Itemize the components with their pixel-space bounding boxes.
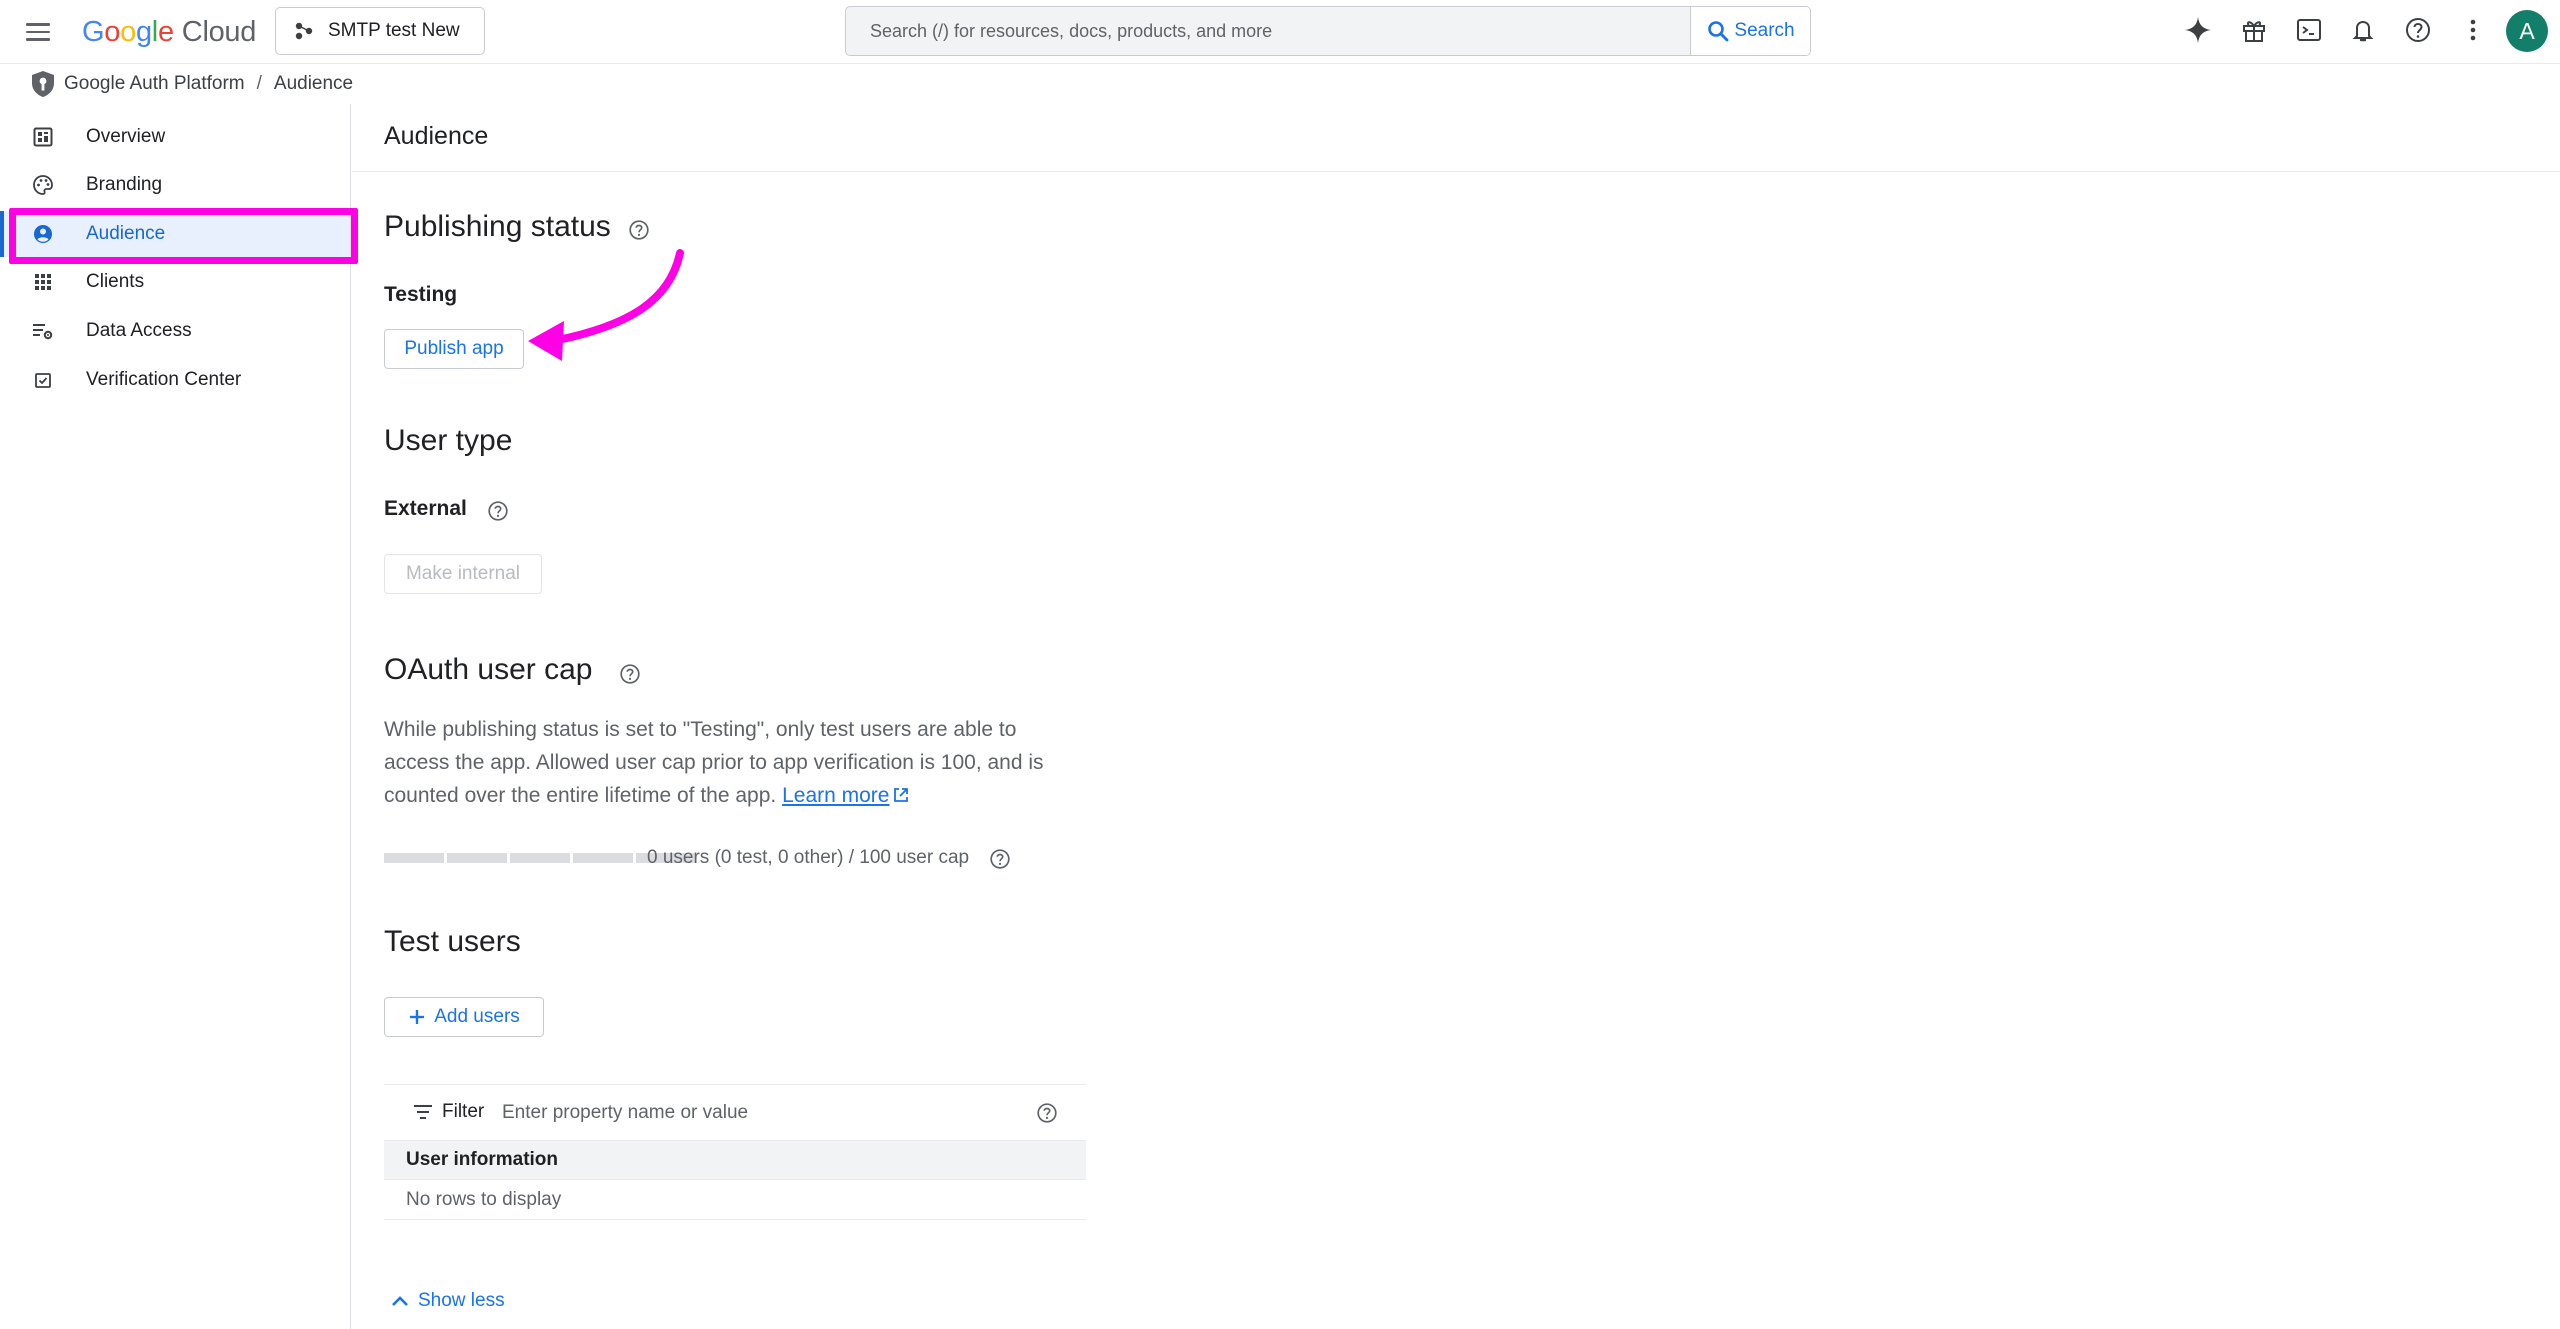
account-circle-icon [32,223,54,245]
main-menu-button[interactable] [18,14,58,50]
publishing-status-heading: Publishing status [384,210,611,243]
filter-input[interactable] [502,1097,1002,1129]
breadcrumb-root-link[interactable]: Google Auth Platform [64,73,245,95]
page-title: Audience [384,122,489,150]
sidebar-item-audience[interactable]: Audience [0,211,350,257]
google-cloud-logo[interactable]: Google Cloud [82,12,256,52]
auth-shield-icon [32,71,54,97]
breadcrumb-current: Audience [273,73,354,94]
search-icon [1708,21,1729,42]
sparkle-icon [2185,17,2211,43]
user-cap-usage-text: 0 users (0 test, 0 other) / 100 user cap [647,847,970,868]
notifications-button[interactable] [2343,10,2383,50]
active-indicator [0,211,4,257]
filter-icon [414,1105,432,1119]
user-cap-help-icon[interactable] [619,663,641,685]
user-type-heading: User type [384,424,513,457]
filter-help-icon[interactable] [1036,1102,1058,1124]
publish-app-button[interactable]: Publish app [384,329,524,369]
learn-more-link[interactable]: Learn more [782,784,889,807]
project-icon [295,22,313,40]
sidebar-item-overview[interactable]: Overview [0,114,350,160]
apps-grid-icon [32,271,54,293]
page-header: Audience [352,104,2560,172]
help-button[interactable] [2398,10,2438,50]
terminal-icon [2297,19,2321,41]
make-internal-button: Make internal [384,554,542,594]
table-header-user-information[interactable]: User information [384,1140,1086,1180]
test-users-filter-bar: Filter [384,1084,1086,1140]
test-users-heading: Test users [384,925,521,958]
gift-button[interactable] [2234,10,2274,50]
account-avatar[interactable]: A [2506,10,2548,52]
sidebar-item-data-access[interactable]: Data Access [0,308,350,354]
top-bar: Google Cloud SMTP test New Search (/) fo… [0,0,2560,64]
breadcrumb: Google Auth Platform / Audience [30,66,353,102]
search-bar: Search [845,6,1811,56]
publishing-help-icon[interactable] [628,219,650,241]
oauth-user-cap-heading: OAuth user cap [384,653,593,686]
sidebar-nav: Overview Branding Audience Clients Data … [0,104,351,1329]
bell-icon [2352,20,2374,42]
gemini-sparkle-button[interactable] [2178,10,2218,50]
logo-cloud-text: Cloud [181,15,257,48]
more-vert-icon [2470,19,2476,41]
sidebar-item-clients[interactable]: Clients [0,259,350,305]
publishing-status-value: Testing [384,283,458,306]
gift-icon [2243,21,2265,42]
search-input[interactable] [846,7,1690,55]
project-picker-button[interactable]: SMTP test New [275,7,485,55]
chevron-up-icon [392,1296,408,1306]
filter-button[interactable]: Filter [412,1101,484,1123]
annotation-arrow [528,249,684,361]
plus-icon [410,1010,425,1024]
sidebar-item-verification-center[interactable]: Verification Center [0,357,350,403]
more-options-button[interactable] [2453,10,2493,50]
table-empty-message: No rows to display [384,1180,1086,1220]
verified-check-icon [32,369,54,391]
help-icon [2406,18,2430,42]
sidebar-item-branding[interactable]: Branding [0,162,350,208]
add-users-button[interactable]: Add users [384,997,544,1037]
project-name: SMTP test New [328,20,460,41]
user-type-help-icon[interactable] [487,500,509,522]
user-cap-description: While publishing status is set to "Testi… [384,718,1044,807]
cloud-shell-button[interactable] [2289,10,2329,50]
dashboard-icon [32,126,54,148]
data-settings-icon [32,320,54,342]
external-link-icon [894,788,909,802]
user-type-value: External [384,497,467,520]
usage-help-icon[interactable] [989,848,1011,870]
search-button[interactable]: Search [1690,7,1810,55]
hamburger-icon [26,23,50,26]
show-less-button[interactable]: Show less [390,1290,505,1312]
palette-icon [32,174,54,196]
